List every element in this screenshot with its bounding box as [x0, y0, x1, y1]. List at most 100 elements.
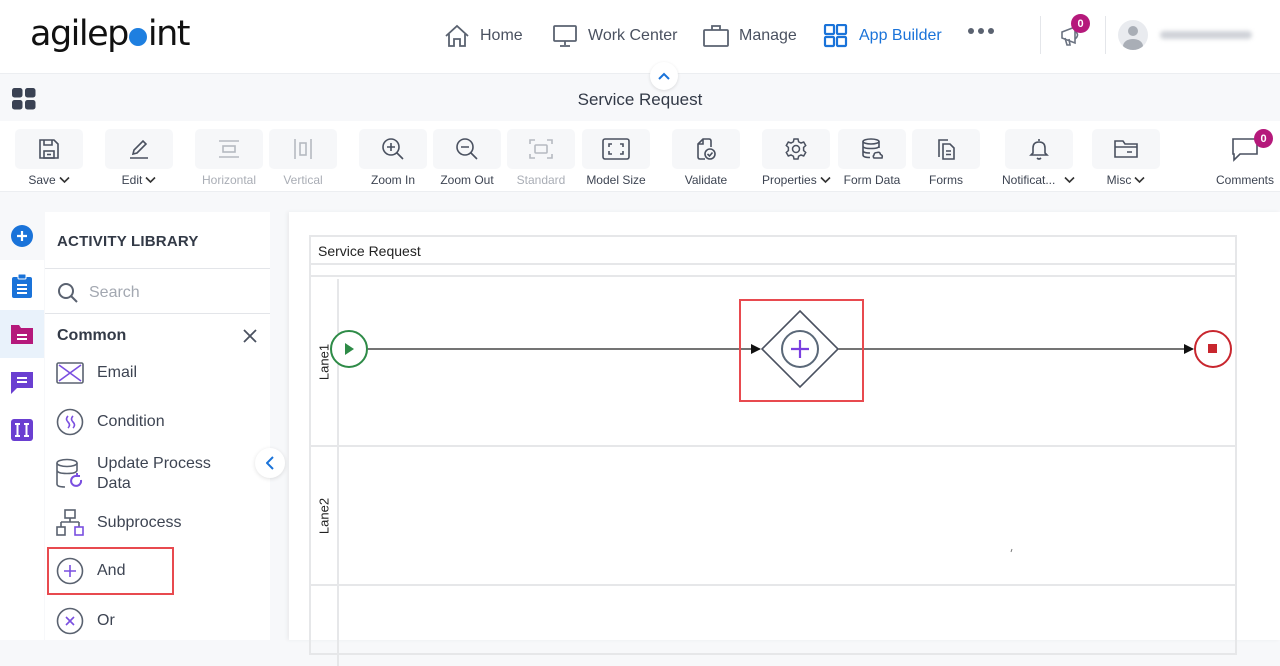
- clipboard-icon: [11, 273, 33, 299]
- activity-library-panel: ACTIVITY LIBRARY Common Email Condition …: [45, 212, 270, 640]
- email-icon: [55, 358, 85, 388]
- stray-mark: [1010, 548, 1013, 553]
- divider: [45, 268, 270, 269]
- process-canvas[interactable]: Service Request Lane1 Lane2: [289, 212, 1280, 666]
- search-icon: [57, 282, 79, 304]
- zoom-in-button[interactable]: Zoom In: [359, 121, 427, 187]
- nav-manage[interactable]: Manage: [703, 22, 797, 50]
- title-bar: Service Request: [0, 75, 1280, 121]
- forms-button[interactable]: Forms: [912, 121, 980, 187]
- briefcase-icon: [703, 24, 729, 48]
- start-event[interactable]: [330, 330, 368, 368]
- horizontal-layout-icon: [217, 137, 241, 161]
- save-icon: [37, 137, 61, 161]
- divider: [45, 313, 270, 314]
- chevron-up-icon: [658, 72, 670, 80]
- nav-divider: [1105, 16, 1106, 54]
- zoom-out-icon: [455, 137, 479, 161]
- announcements-badge: 0: [1071, 14, 1090, 33]
- pencil-icon: [127, 137, 151, 161]
- nav-divider: [1040, 16, 1041, 54]
- or-gateway-icon: [55, 606, 85, 636]
- monitor-icon: [552, 24, 578, 48]
- rail-messages-button[interactable]: [0, 358, 44, 406]
- library-item-update-process-data[interactable]: Update Process Data: [55, 454, 211, 494]
- rail-folder-button[interactable]: [0, 310, 44, 358]
- folder-filled-icon: [10, 323, 34, 345]
- form-data-button[interactable]: Form Data: [838, 121, 906, 187]
- bell-icon: [1027, 137, 1051, 161]
- properties-button[interactable]: Properties: [762, 121, 831, 187]
- chevron-down-icon: [1064, 176, 1075, 184]
- chevron-down-icon: [145, 176, 156, 184]
- rail-add-button[interactable]: [0, 212, 44, 260]
- library-group-common[interactable]: Common: [57, 327, 126, 345]
- standard-size-icon: [528, 137, 554, 161]
- user-name: (blurred): [1160, 31, 1252, 39]
- chevron-left-icon: [266, 456, 274, 470]
- pool[interactable]: Service Request Lane1 Lane2: [309, 235, 1237, 666]
- and-gateway[interactable]: [760, 309, 840, 389]
- notifications-button[interactable]: Notificat...: [1002, 121, 1075, 187]
- model-size-icon: [602, 137, 630, 161]
- chevron-down-icon: [59, 176, 70, 184]
- save-button[interactable]: Save: [15, 121, 83, 187]
- zoom-out-button[interactable]: Zoom Out: [433, 121, 501, 187]
- logo-dot: [128, 28, 147, 46]
- process-diagram: [330, 299, 1232, 553]
- model-size-button[interactable]: Model Size: [582, 121, 650, 187]
- zoom-in-icon: [381, 137, 405, 161]
- library-item-condition[interactable]: Condition: [55, 407, 165, 437]
- message-icon: [9, 369, 35, 395]
- search-input[interactable]: [89, 284, 249, 302]
- comments-badge: 0: [1254, 129, 1273, 148]
- subprocess-icon: [55, 508, 85, 538]
- chevron-down-icon: [820, 176, 831, 184]
- update-process-data-icon: [55, 458, 85, 489]
- collapse-library-button[interactable]: [255, 448, 285, 478]
- stop-icon: [1208, 344, 1217, 353]
- misc-button[interactable]: Misc: [1092, 121, 1160, 187]
- left-rail: [0, 212, 44, 640]
- vertical-layout-icon: [291, 137, 315, 161]
- standard-button[interactable]: Standard: [507, 121, 575, 187]
- chevron-down-icon: [1134, 176, 1145, 184]
- library-item-email[interactable]: Email: [55, 358, 137, 388]
- collapse-header-button[interactable]: [650, 62, 678, 90]
- library-search[interactable]: [57, 282, 249, 304]
- library-item-subprocess[interactable]: Subprocess: [55, 508, 182, 538]
- edit-button[interactable]: Edit: [105, 121, 173, 187]
- library-item-and[interactable]: And: [55, 556, 125, 586]
- library-item-or[interactable]: Or: [55, 606, 115, 636]
- and-gateway-icon: [55, 556, 85, 586]
- top-navigation: agilep int Home Work Center Manage App Bu…: [0, 0, 1280, 74]
- announcements-button[interactable]: 0: [1059, 14, 1090, 48]
- nav-app-builder[interactable]: App Builder: [823, 22, 942, 50]
- user-menu[interactable]: (blurred): [1118, 20, 1280, 50]
- add-circle-icon: [10, 224, 34, 248]
- agilepoint-logo[interactable]: agilep int: [30, 14, 191, 54]
- validate-icon: [694, 137, 718, 161]
- more-horizontal-icon[interactable]: [968, 28, 994, 34]
- library-title: ACTIVITY LIBRARY: [57, 233, 199, 250]
- toolbar: Save Edit Horizontal Vertical Zoom In Zo…: [0, 121, 1280, 192]
- app-grid-icon: [823, 24, 849, 48]
- gear-icon: [784, 137, 808, 161]
- nav-home[interactable]: Home: [444, 22, 523, 50]
- variable-icon: [10, 418, 34, 442]
- comments-button[interactable]: 0 Comments: [1211, 121, 1279, 187]
- folder-icon: [1113, 137, 1139, 161]
- rail-clipboard-button[interactable]: [0, 262, 44, 310]
- page-title: Service Request: [577, 90, 703, 109]
- validate-button[interactable]: Validate: [672, 121, 740, 187]
- end-event[interactable]: [1194, 330, 1232, 368]
- nav-work-center[interactable]: Work Center: [552, 22, 678, 50]
- close-icon[interactable]: [243, 329, 257, 343]
- rail-variables-button[interactable]: [0, 406, 44, 454]
- vertical-button[interactable]: Vertical: [269, 121, 337, 187]
- home-icon: [444, 24, 470, 48]
- avatar: [1118, 20, 1148, 50]
- condition-icon: [55, 407, 85, 437]
- forms-icon: [934, 137, 958, 161]
- horizontal-button[interactable]: Horizontal: [195, 121, 263, 187]
